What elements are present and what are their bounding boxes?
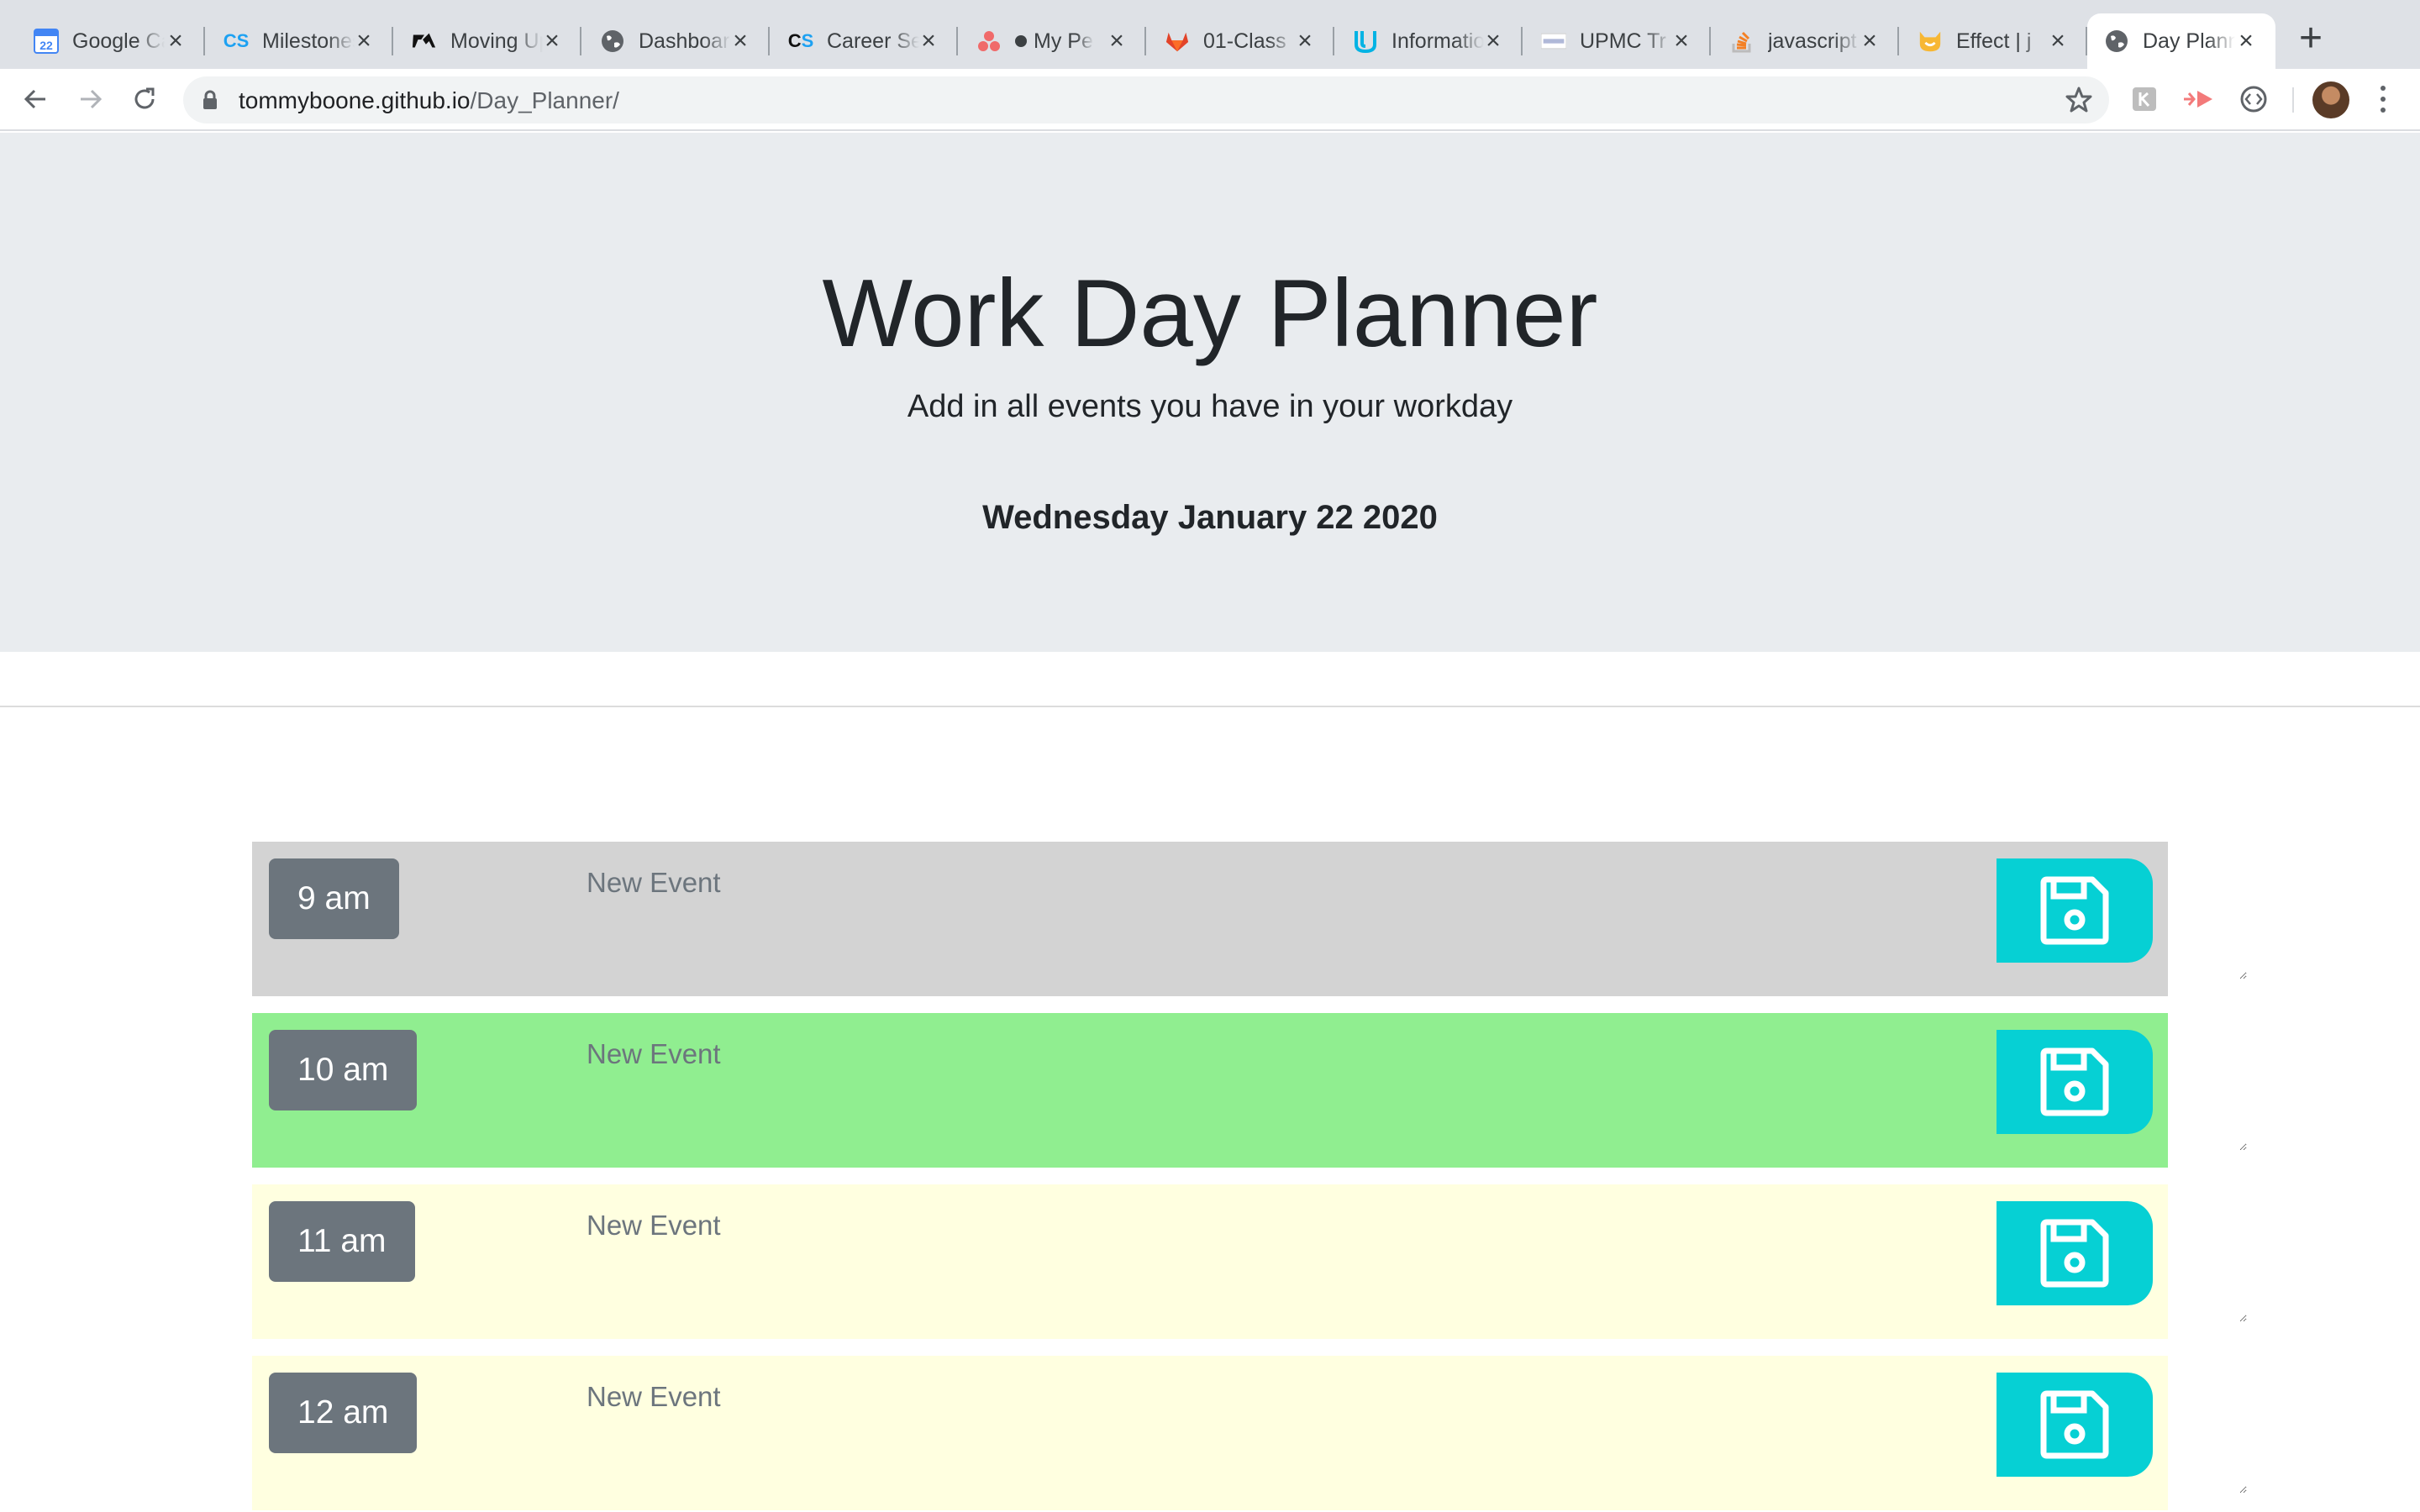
url-host: tommyboone.github.io	[239, 87, 471, 113]
unsaved-dot-icon	[1015, 35, 1027, 47]
gitlab-icon	[1165, 29, 1190, 54]
extension-arrow-icon[interactable]	[2181, 82, 2215, 116]
browser-tab[interactable]: CS Career Services ×	[770, 13, 958, 69]
time-block: 10 am	[252, 1013, 2247, 1168]
tab-title: UPMC Tr	[1580, 29, 1666, 53]
tab-title: My Personal	[1034, 29, 1094, 53]
browser-tab[interactable]: Effect | j ×	[1899, 13, 2087, 69]
address-bar[interactable]: tommyboone.github.io/Day_Planner/	[183, 76, 2109, 123]
bookmark-star-icon[interactable]	[2064, 85, 2094, 115]
toolbar-divider	[2292, 87, 2294, 113]
ta-icon	[412, 29, 437, 54]
lock-icon	[203, 90, 217, 109]
globe-icon	[600, 29, 625, 54]
current-day: Wednesday January 22 2020	[982, 499, 1438, 536]
url-path: /Day_Planner/	[470, 87, 619, 113]
close-tab-icon[interactable]: ×	[916, 29, 941, 54]
reload-icon	[134, 87, 155, 109]
codesignal-icon: CS	[787, 30, 814, 51]
tab-title: Google Calendar	[72, 29, 165, 53]
close-tab-icon[interactable]: ×	[163, 29, 188, 54]
close-tab-icon[interactable]: ×	[351, 29, 376, 54]
save-button[interactable]	[1996, 1201, 2153, 1305]
save-button[interactable]	[1996, 1030, 2153, 1134]
save-button[interactable]	[1996, 858, 2153, 963]
forward-arrow-icon	[81, 89, 103, 109]
calendar-day-label: 22	[39, 39, 53, 52]
back-button[interactable]	[17, 81, 54, 118]
stackoverflow-icon	[1729, 29, 1754, 54]
extension-k-icon[interactable]	[2128, 82, 2161, 116]
save-floppy-icon	[2040, 1390, 2109, 1459]
divider	[0, 706, 2420, 707]
browser-tab-active[interactable]: Day Planner ×	[2087, 13, 2275, 69]
browser-menu-icon[interactable]	[2371, 82, 2395, 116]
close-tab-icon[interactable]: ×	[2233, 29, 2259, 54]
page-title: Work Day Planner	[822, 260, 1598, 367]
tab-title: Effect | j	[1956, 29, 2032, 53]
time-block: 11 am	[252, 1184, 2247, 1339]
new-tab-button[interactable]: +	[2292, 18, 2329, 59]
save-floppy-icon	[2040, 1047, 2109, 1116]
close-tab-icon[interactable]: ×	[1292, 29, 1318, 54]
tab-title: Day Planner	[2143, 29, 2235, 53]
tab-title: Dashboard	[639, 29, 731, 53]
udacity-icon	[1353, 29, 1378, 54]
planner-container: 9 am 10 am 11 am 12 am	[252, 842, 2247, 1512]
browser-tab[interactable]: Information ×	[1334, 13, 1523, 69]
browser-tab[interactable]: Moving Up ×	[393, 13, 581, 69]
save-floppy-icon	[2040, 1219, 2109, 1288]
close-tab-icon[interactable]: ×	[1481, 29, 1506, 54]
profile-avatar[interactable]	[2312, 81, 2349, 118]
browser-tab[interactable]: Dashboard ×	[581, 13, 770, 69]
browser-tab[interactable]: My Personal ×	[958, 13, 1146, 69]
forward-button[interactable]	[72, 81, 109, 118]
tab-title: Moving Up	[450, 29, 543, 53]
tab-title: 01-Class	[1203, 29, 1286, 53]
asana-icon	[976, 29, 1002, 54]
upmc-icon	[1541, 29, 1566, 54]
close-tab-icon[interactable]: ×	[1857, 29, 1882, 54]
codesignal-icon: CS	[223, 30, 250, 51]
browser-tab[interactable]: 01-Class ×	[1146, 13, 1334, 69]
browser-toolbar: tommyboone.github.io/Day_Planner/	[0, 69, 2420, 131]
browser-tab[interactable]: 22 Google Calendar ×	[0, 13, 205, 69]
tab-title: javascript	[1768, 29, 1857, 53]
close-tab-icon[interactable]: ×	[539, 29, 565, 54]
extension-code-icon[interactable]	[2237, 82, 2270, 116]
tab-title: Career Services	[827, 29, 919, 53]
event-input[interactable]	[570, 1026, 2247, 1151]
tab-title: Milestones	[262, 29, 355, 53]
browser-tab[interactable]: javascript ×	[1711, 13, 1899, 69]
header-jumbotron: Work Day Planner Add in all events you h…	[0, 133, 2420, 652]
reload-button[interactable]	[126, 81, 163, 118]
google-calendar-icon: 22	[34, 29, 59, 54]
event-input[interactable]	[570, 1369, 2247, 1494]
browser-tab-strip: 22 Google Calendar × CS Milestones × Mov…	[0, 0, 2420, 69]
save-floppy-icon	[2040, 876, 2109, 945]
tab-title: Information	[1392, 29, 1484, 53]
page-subtitle: Add in all events you have in your workd…	[907, 389, 1513, 424]
hour-label: 12 am	[269, 1373, 418, 1453]
event-input[interactable]	[570, 1198, 2247, 1322]
back-arrow-icon	[24, 89, 45, 109]
close-tab-icon[interactable]: ×	[2045, 29, 2070, 54]
hour-label: 10 am	[269, 1030, 418, 1110]
close-tab-icon[interactable]: ×	[1104, 29, 1129, 54]
url-text: tommyboone.github.io/Day_Planner/	[239, 87, 619, 114]
event-input[interactable]	[570, 855, 2247, 979]
hour-label: 9 am	[269, 858, 399, 939]
close-tab-icon[interactable]: ×	[728, 29, 753, 54]
time-block: 9 am	[252, 842, 2247, 996]
codepen-cat-icon	[1918, 29, 1943, 54]
hour-label: 11 am	[269, 1201, 415, 1282]
browser-tab[interactable]: UPMC Tr ×	[1523, 13, 1711, 69]
time-block: 12 am	[252, 1356, 2247, 1510]
close-tab-icon[interactable]: ×	[1669, 29, 1694, 54]
globe-icon	[2104, 29, 2129, 54]
browser-tab[interactable]: CS Milestones ×	[205, 13, 393, 69]
save-button[interactable]	[1996, 1373, 2153, 1477]
